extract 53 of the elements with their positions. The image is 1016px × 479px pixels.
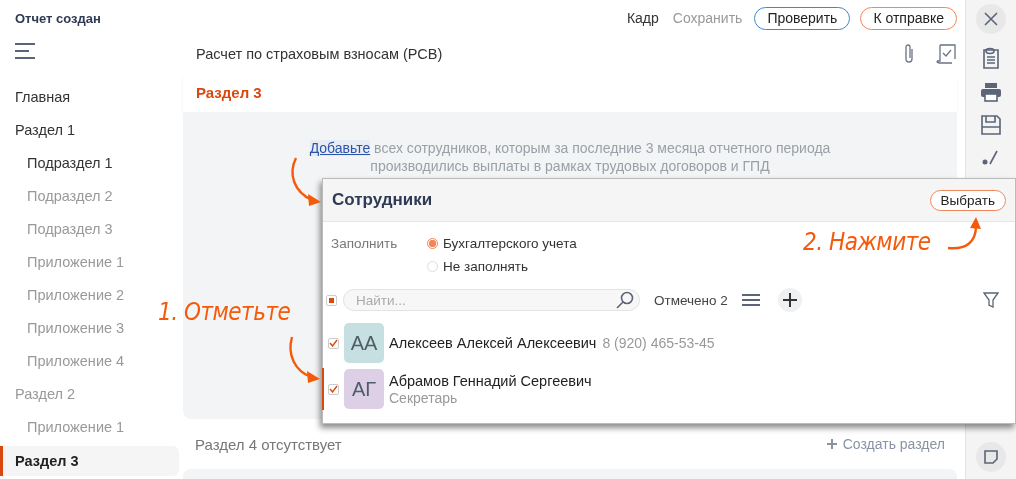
radio-option[interactable]: Бухгалтерского учета <box>427 236 577 251</box>
curved-arrow <box>946 216 982 252</box>
square-mark-icon <box>329 297 334 303</box>
list-icon[interactable] <box>741 293 760 307</box>
check-icon <box>329 339 338 347</box>
search-icon <box>616 291 634 309</box>
checkbox[interactable] <box>326 294 337 306</box>
sidebar-item[interactable]: Главная <box>0 81 71 114</box>
sidebar-item[interactable]: Подраздел 1 <box>0 147 113 180</box>
add-link[interactable]: Добавьте <box>309 140 371 156</box>
job-title: Секретарь <box>389 389 458 406</box>
note-icon <box>984 450 998 464</box>
annotation-text: 2. Нажмите <box>803 228 931 256</box>
check-icon <box>329 385 338 393</box>
outline-button[interactable]: К отправке <box>860 6 957 30</box>
paperclip-icon[interactable] <box>903 43 915 65</box>
note-button[interactable] <box>976 442 1006 472</box>
section-title: Раздел 3 <box>183 72 957 112</box>
dialog-title: Сотрудники <box>332 190 433 210</box>
document-icon[interactable] <box>981 47 1001 69</box>
select-button[interactable]: Выбрать <box>929 189 1006 211</box>
save-icon[interactable] <box>981 115 1001 135</box>
close-button[interactable] <box>976 4 1006 34</box>
document-title: Расчет по страховым взносам (РСВ) <box>196 46 444 62</box>
employee-row[interactable]: АГ Абрамов Геннадий Сергеевич Секретарь <box>322 368 1015 410</box>
marked-count: Отмечено 2 <box>654 292 728 308</box>
avatar: АГ <box>344 369 384 409</box>
employee-name: Алексеев Алексей Алексеевич <box>389 335 597 351</box>
report-status-title: Отчет создан <box>15 10 102 26</box>
filter-icon[interactable] <box>983 292 999 308</box>
avatar: АА <box>344 323 384 363</box>
radio-option[interactable]: Не заполнять <box>427 259 529 274</box>
checkbox[interactable] <box>328 337 339 349</box>
toolbar-link[interactable]: Кадр <box>624 10 661 26</box>
phone-number: 8 (920) 465-53-45 <box>602 335 715 351</box>
fill-label: Заполнить <box>331 236 399 253</box>
sidebar-item[interactable]: Раздел 1 <box>0 114 76 147</box>
close-icon <box>984 12 998 26</box>
outline-button[interactable]: Проверить <box>754 6 851 30</box>
employee-name: Абрамов Геннадий Сергеевич <box>389 372 592 389</box>
signed-document-icon[interactable] <box>935 43 957 65</box>
search-field[interactable]: Найти... <box>343 289 640 311</box>
curved-arrow <box>288 156 322 208</box>
employee-row[interactable]: АА Алексеев Алексей Алексеевич 8 (920) 465-53-45 <box>322 322 1015 364</box>
checkbox[interactable] <box>328 383 339 395</box>
missing-section-text: Раздел 4 отсутствует <box>195 435 343 453</box>
radio-button[interactable] <box>427 238 438 249</box>
add-button[interactable] <box>777 288 802 312</box>
plus-icon <box>826 439 837 449</box>
annotation-text: 1. Отметьте <box>158 298 291 326</box>
plus-icon <box>782 293 797 307</box>
printer-icon[interactable] <box>980 82 1002 102</box>
sidebar-item[interactable]: Раздел 3 <box>0 446 179 476</box>
